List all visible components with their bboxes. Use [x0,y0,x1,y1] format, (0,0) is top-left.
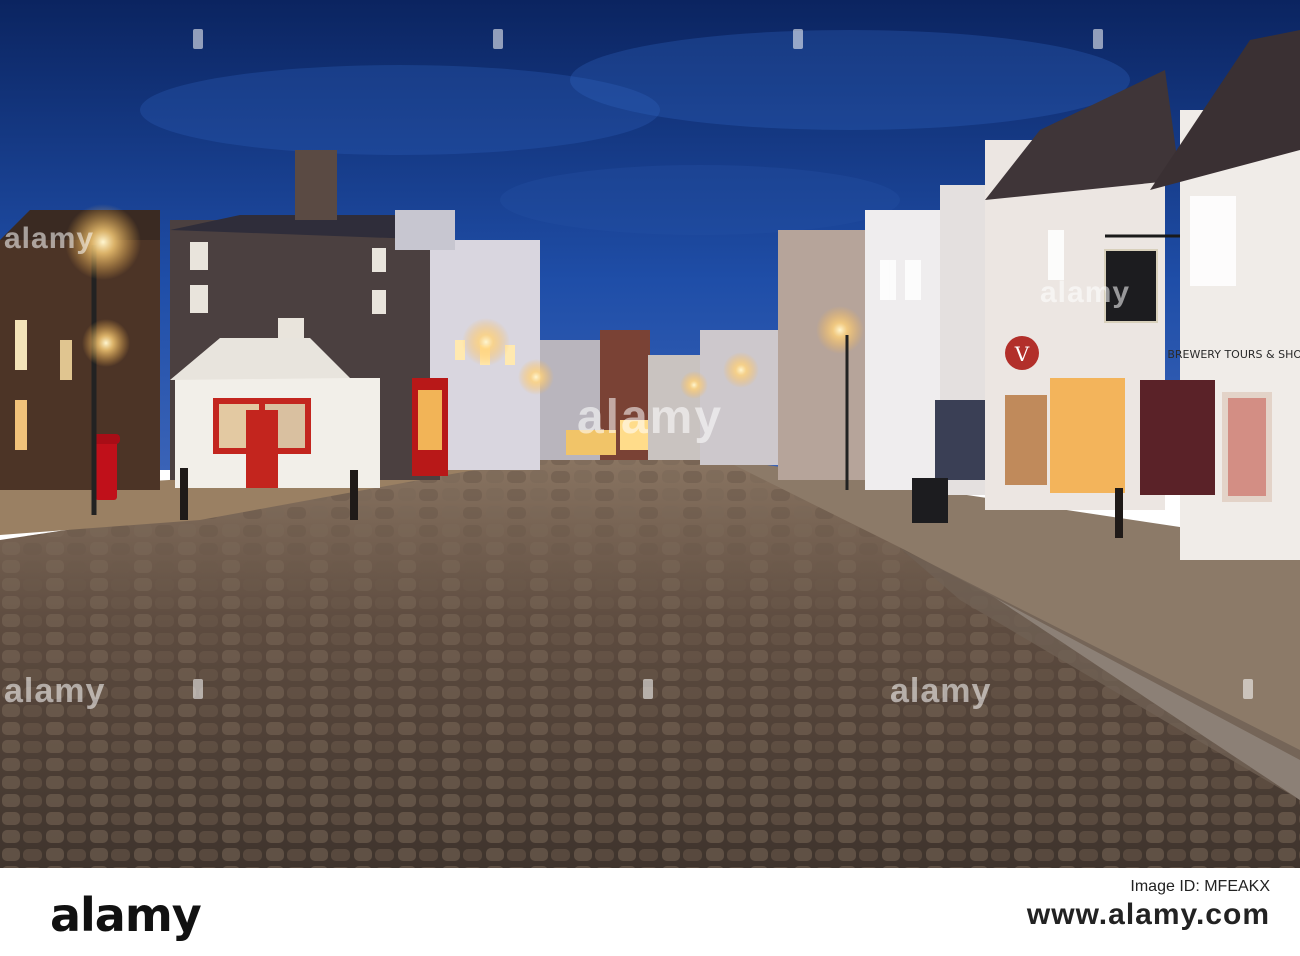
site-url[interactable]: www.alamy.com [1027,898,1270,932]
watermark-center: alamy [576,391,724,444]
watermark-pin [493,29,503,49]
brewery-sign: BREWERY TOURS & SHOP [1167,348,1300,361]
town-street-photo: V BREWERY TOURS & SHOP alamy alamy alamy… [0,0,1300,868]
image-id-label: Image ID: MFEAKX [1130,878,1270,895]
watermark-pin [1093,29,1103,49]
watermark-left: alamy [4,672,106,710]
image-meta: Image ID: MFEAKX www.alamy.com [1027,878,1270,932]
watermark-pin [643,679,653,699]
brand-logo[interactable]: alamy [50,888,202,942]
watermark-pin [1243,679,1253,699]
a-board-sign [912,478,948,523]
watermark-mid: alamy [890,672,992,710]
watermark-pin [193,29,203,49]
shop-badge-letter: V [1014,342,1030,366]
watermark-right-top: alamy [1040,276,1131,309]
stock-photo-page: V BREWERY TOURS & SHOP alamy alamy alamy… [0,0,1300,956]
watermark-pin [193,679,203,699]
watermark-left-top: alamy [4,222,95,255]
watermark-pin [793,29,803,49]
